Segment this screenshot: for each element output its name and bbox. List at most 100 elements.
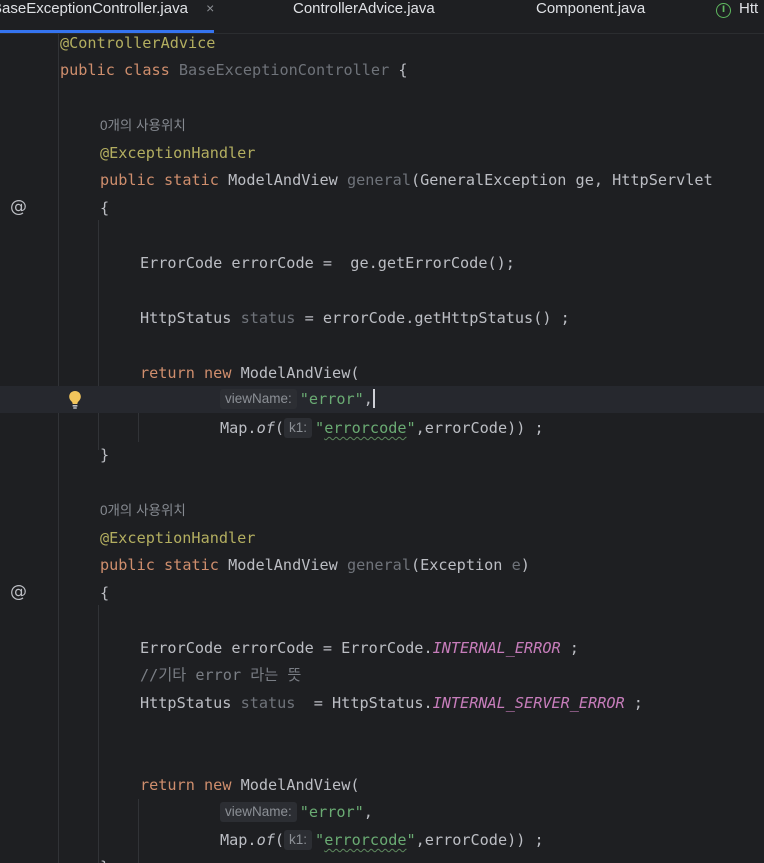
code-line: viewName: "error",	[0, 799, 764, 826]
string-quote: "	[315, 831, 325, 849]
arguments-tail: ,errorCode)) ;	[415, 419, 544, 437]
keyword: class	[124, 61, 170, 79]
keyword: new	[204, 776, 232, 794]
code-line: Map.of(k1: "errorcode",errorCode)) ;	[0, 827, 764, 854]
close-tab-icon[interactable]: ×	[206, 0, 214, 16]
code-line: {	[0, 580, 764, 607]
comma: ,	[363, 803, 373, 821]
argument-line: Map.of(k1: "errorcode",errorCode)) ;	[220, 415, 544, 442]
brace: }	[100, 854, 109, 863]
code-line: HttpStatus status = errorCode.getHttpSta…	[0, 305, 764, 332]
argument-line: viewName: "error",	[220, 386, 375, 413]
code-line: ErrorCode errorCode = ge.getErrorCode();	[0, 250, 764, 277]
method-name: general	[346, 556, 411, 574]
paren: )	[520, 556, 530, 574]
string-quote: "	[406, 419, 416, 437]
usage-hint[interactable]: 0개의 사용위치	[0, 112, 764, 139]
argument-line: Map.of(k1: "errorcode",errorCode)) ;	[220, 827, 544, 854]
expression: ErrorCode errorCode = ErrorCode.	[140, 639, 433, 657]
string-quote: "	[315, 419, 325, 437]
string-literal: errorcode	[324, 831, 407, 849]
method-signature: public static ModelAndView general(Gener…	[100, 167, 713, 194]
expression: = errorCode.getHttpStatus() ;	[295, 309, 570, 327]
tab-label: Htt	[739, 0, 759, 17]
parameter-hint: k1:	[284, 418, 313, 438]
semicolon: ;	[624, 694, 643, 712]
statement: ErrorCode errorCode = ge.getErrorCode();	[140, 254, 515, 272]
annotation: @ControllerAdvice	[60, 34, 216, 52]
interface-icon: I	[716, 3, 731, 18]
enum-constant: INTERNAL_ERROR	[432, 639, 561, 657]
paren: (	[274, 419, 285, 437]
annotation: @ExceptionHandler	[100, 529, 256, 547]
code-line: //기타 error 라는 뜻	[0, 662, 764, 689]
code-line: @ public static ModelAndView general(Gen…	[0, 167, 764, 217]
parameter-hint: viewName:	[220, 389, 297, 409]
tab-label: Component.java	[536, 0, 646, 17]
tab-label: BaseExceptionController.java	[0, 0, 188, 17]
parameter-name: e	[511, 556, 521, 574]
current-code-line: viewName: "error",	[0, 386, 764, 413]
type: HttpStatus	[140, 309, 241, 327]
code-line: }	[0, 442, 764, 469]
keyword: return	[140, 364, 195, 382]
code-line: {	[0, 195, 764, 222]
code-line: }	[0, 854, 764, 863]
code-line: @ExceptionHandler	[0, 525, 764, 552]
usage-hint-text: 0개의 사용위치	[100, 503, 186, 518]
usage-hint-text: 0개의 사용위치	[100, 118, 186, 133]
variable: status	[240, 694, 296, 712]
return-type: ModelAndView	[228, 556, 338, 574]
parameter-hint: viewName:	[220, 802, 297, 822]
keyword: static	[164, 171, 219, 189]
code-line: ErrorCode errorCode = ErrorCode.INTERNAL…	[0, 635, 764, 662]
argument-line: viewName: "error",	[220, 799, 373, 826]
constructor-call: ModelAndView(	[231, 776, 360, 794]
method-signature: public static ModelAndView general(Excep…	[100, 552, 530, 579]
tab-controller-advice[interactable]: ControllerAdvice.java	[293, 0, 435, 33]
annotation: @ExceptionHandler	[100, 144, 256, 162]
comma: ,	[363, 390, 373, 408]
tab-label: ControllerAdvice.java	[293, 0, 435, 17]
enum-constant: INTERNAL_SERVER_ERROR	[432, 694, 625, 712]
expression: = HttpStatus.	[295, 694, 433, 712]
string-literal: "error"	[299, 390, 364, 408]
brace: {	[100, 584, 110, 602]
arguments-tail: ,errorCode)) ;	[415, 831, 544, 849]
code-line: HttpStatus status = HttpStatus.INTERNAL_…	[0, 690, 764, 717]
keyword: static	[164, 556, 219, 574]
static-method: of	[256, 831, 275, 849]
code-line: return new ModelAndView(	[0, 360, 764, 387]
return-statement: return new ModelAndView(	[140, 772, 359, 799]
tab-http[interactable]: I Htt	[716, 0, 758, 33]
lightbulb-icon[interactable]	[68, 390, 82, 410]
code-line: Map.of(k1: "errorcode",errorCode)) ;	[0, 415, 764, 442]
statement: ErrorCode errorCode = ErrorCode.INTERNAL…	[140, 635, 579, 662]
method-name: general	[346, 171, 411, 189]
comment: //기타 error 라는 뜻	[140, 666, 302, 684]
variable: status	[240, 309, 296, 327]
static-method: of	[256, 419, 275, 437]
code-editor[interactable]: @ControllerAdvice public class BaseExcep…	[0, 34, 764, 863]
map-call: Map.	[220, 831, 257, 849]
brace: }	[100, 446, 110, 464]
brace: {	[389, 61, 408, 79]
usage-hint[interactable]: 0개의 사용위치	[0, 497, 764, 524]
tab-component[interactable]: Component.java	[536, 0, 645, 33]
text-caret	[372, 389, 375, 408]
statement: HttpStatus status = errorCode.getHttpSta…	[140, 305, 570, 332]
string-quote: "	[406, 831, 416, 849]
statement: HttpStatus status = HttpStatus.INTERNAL_…	[140, 690, 643, 717]
parameters: (GeneralException ge, HttpServlet	[410, 171, 713, 189]
editor-tab-bar: BaseExceptionController.java × Controlle…	[0, 0, 764, 34]
return-type: ModelAndView	[228, 171, 338, 189]
string-literal: errorcode	[324, 419, 407, 437]
code-line: @ControllerAdvice	[0, 34, 764, 57]
string-literal: "error"	[299, 803, 364, 821]
parameters: (Exception	[410, 556, 512, 574]
brace: {	[100, 199, 110, 217]
constructor-call: ModelAndView(	[231, 364, 360, 382]
keyword: public	[60, 61, 115, 79]
tab-base-exception-controller[interactable]: BaseExceptionController.java ×	[0, 0, 215, 33]
keyword: public	[100, 171, 155, 189]
